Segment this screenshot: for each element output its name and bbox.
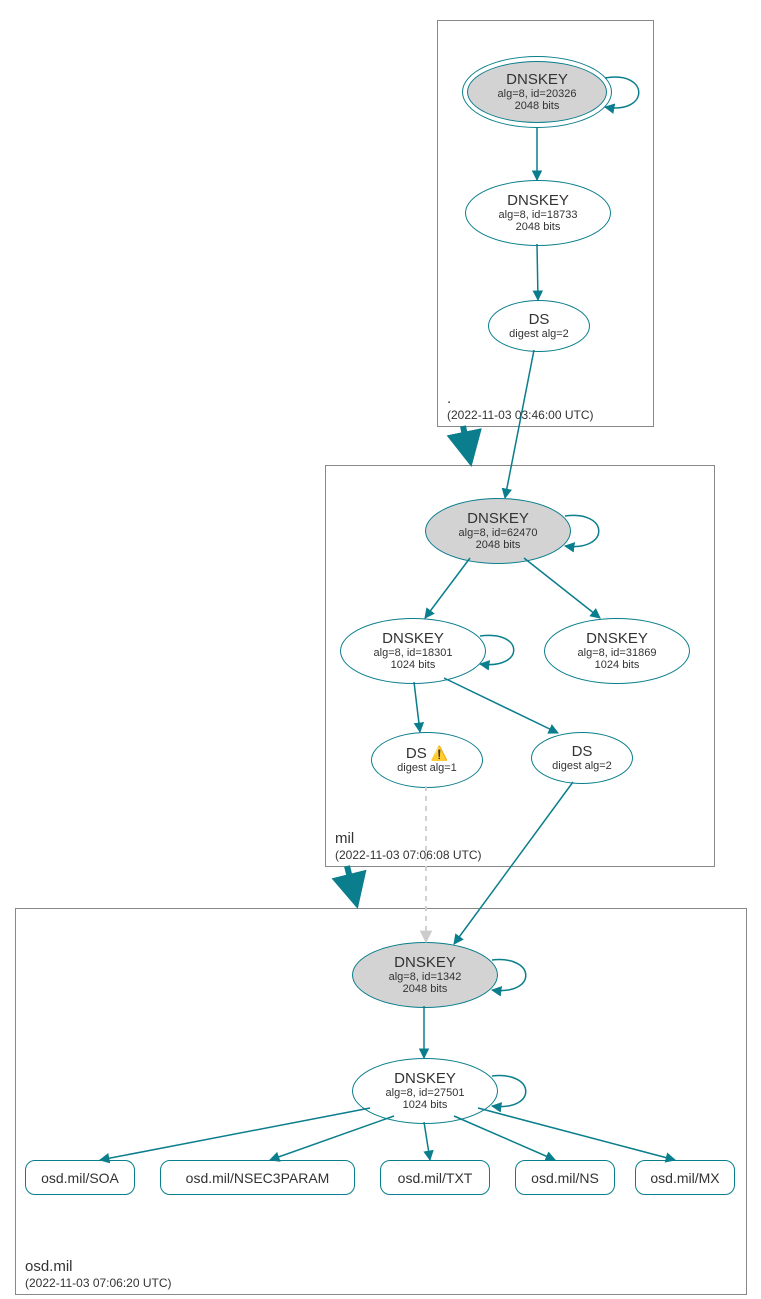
ds-mil-2: DS digest alg=2: [531, 732, 633, 784]
node-sub: 2048 bits: [516, 221, 561, 233]
node-sub: alg=8, id=18301: [374, 647, 453, 659]
node-sub: 1024 bits: [403, 1099, 448, 1111]
node-title: DNSKEY: [382, 631, 444, 648]
node-sub: alg=8, id=31869: [578, 647, 657, 659]
node-title: DNSKEY: [394, 1071, 456, 1088]
node-title: DNSKEY: [586, 631, 648, 648]
node-title: DNSKEY: [394, 955, 456, 972]
dnskey-mil-zsk2: DNSKEY alg=8, id=31869 1024 bits: [544, 618, 690, 684]
node-title: DNSKEY: [467, 511, 529, 528]
zone-osd-label: osd.mil: [25, 1258, 73, 1275]
node-sub: digest alg=2: [509, 328, 569, 340]
node-sub: alg=8, id=1342: [389, 971, 462, 983]
node-title: DS: [406, 746, 427, 763]
node-sub: alg=8, id=62470: [459, 527, 538, 539]
node-sub: digest alg=2: [552, 760, 612, 772]
zone-mil-label: mil: [335, 830, 354, 847]
rr-mx: osd.mil/MX: [635, 1160, 735, 1195]
zone-root-label: .: [447, 390, 451, 407]
node-title: DS: [529, 312, 550, 329]
ds-root: DS digest alg=2: [488, 300, 590, 352]
zone-mil-timestamp: (2022-11-03 07:06:08 UTC): [335, 848, 482, 862]
rr-txt: osd.mil/TXT: [380, 1160, 490, 1195]
rr-ns: osd.mil/NS: [515, 1160, 615, 1195]
warning-icon: ⚠️: [431, 745, 448, 762]
node-sub: digest alg=1: [397, 762, 457, 774]
zone-osd-timestamp: (2022-11-03 07:06:20 UTC): [25, 1276, 172, 1290]
rr-nsec3param: osd.mil/NSEC3PARAM: [160, 1160, 355, 1195]
node-title: DNSKEY: [507, 193, 569, 210]
dnskey-osd-ksk: DNSKEY alg=8, id=1342 2048 bits: [352, 942, 498, 1008]
node-sub: 2048 bits: [403, 983, 448, 995]
node-title: DNSKEY: [506, 72, 568, 89]
dnskey-osd-zsk: DNSKEY alg=8, id=27501 1024 bits: [352, 1058, 498, 1124]
node-sub: 2048 bits: [476, 539, 521, 551]
dnskey-root-zsk: DNSKEY alg=8, id=18733 2048 bits: [465, 180, 611, 246]
node-sub: 1024 bits: [595, 659, 640, 671]
node-sub: alg=8, id=20326: [498, 88, 577, 100]
node-sub: 2048 bits: [515, 100, 560, 112]
dnskey-root-ksk: DNSKEY alg=8, id=20326 2048 bits: [462, 56, 612, 128]
node-sub: alg=8, id=18733: [499, 209, 578, 221]
ds-mil-1: DS ⚠️ digest alg=1: [371, 732, 483, 788]
dnskey-mil-ksk: DNSKEY alg=8, id=62470 2048 bits: [425, 498, 571, 564]
dnskey-mil-zsk1: DNSKEY alg=8, id=18301 1024 bits: [340, 618, 486, 684]
node-sub: 1024 bits: [391, 659, 436, 671]
zone-root-timestamp: (2022-11-03 03:46:00 UTC): [447, 408, 594, 422]
rr-soa: osd.mil/SOA: [25, 1160, 135, 1195]
node-title: DS: [572, 744, 593, 761]
node-sub: alg=8, id=27501: [386, 1087, 465, 1099]
